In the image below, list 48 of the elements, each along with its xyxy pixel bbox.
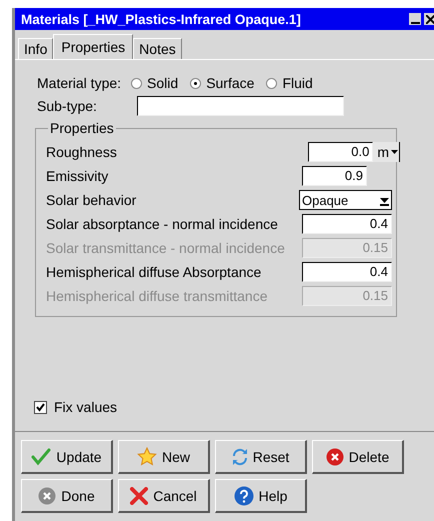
close-button[interactable] — [424, 13, 434, 25]
cross-icon — [130, 486, 148, 504]
radio-option[interactable]: Solid — [131, 75, 178, 91]
close-circle-icon — [38, 486, 56, 504]
number-field[interactable]: 0.4 — [302, 214, 392, 234]
property-label: Hemispherical diffuse Absorptance — [46, 264, 262, 280]
solar-behavior-dropdown[interactable]: Opaque — [299, 190, 392, 210]
checkbox[interactable] — [34, 400, 47, 414]
number-field[interactable]: 0.0 — [308, 142, 374, 162]
radio-option[interactable]: Surface — [190, 75, 254, 91]
refresh-icon — [232, 448, 248, 466]
field-label: Material type: — [37, 75, 122, 91]
check-icon — [36, 402, 45, 412]
property-label: Solar behavior — [46, 192, 136, 208]
checkbox-label: Fix values — [54, 399, 118, 415]
minimize-button[interactable] — [409, 13, 421, 25]
radio-button[interactable] — [190, 78, 202, 88]
property-label: Solar absorptance - normal incidence — [46, 216, 278, 232]
help-icon — [234, 486, 254, 506]
number-field[interactable]: 0.4 — [302, 262, 392, 282]
sub-type-field[interactable] — [137, 96, 344, 116]
property-label: Roughness — [46, 144, 117, 160]
radio-button[interactable] — [266, 78, 278, 88]
window-title: Materials [_HW_Plastics-Infrared Opaque.1] — [21, 12, 302, 26]
tab[interactable]: Info — [18, 38, 54, 59]
star-icon — [136, 447, 157, 466]
property-label: Solar transmittance - normal incidence — [46, 240, 285, 256]
property-label: Emissivity — [46, 168, 108, 184]
number-field[interactable]: 0.9 — [302, 166, 367, 186]
radio-option[interactable]: Fluid — [266, 75, 313, 91]
tab[interactable]: Properties — [53, 34, 134, 59]
property-label: Hemispherical diffuse transmittance — [46, 288, 268, 304]
action-button[interactable]: Cancel — [118, 479, 210, 513]
action-button[interactable]: Help — [215, 479, 307, 513]
delete-icon — [326, 448, 344, 466]
action-button[interactable]: Done — [21, 479, 113, 513]
close-icon — [426, 14, 434, 24]
group-title: Properties — [49, 120, 115, 136]
action-button[interactable]: Update — [21, 440, 113, 474]
action-button[interactable]: New — [118, 440, 210, 474]
minimize-icon — [410, 22, 420, 24]
unit-dropdown[interactable]: m — [373, 142, 400, 162]
action-button[interactable]: Reset — [215, 440, 307, 474]
tab[interactable]: Notes — [133, 38, 182, 59]
radio-button[interactable] — [131, 78, 142, 88]
checkmark-icon — [31, 448, 52, 466]
field-label: Sub-type: — [37, 98, 98, 114]
action-button[interactable]: Delete — [312, 440, 404, 474]
